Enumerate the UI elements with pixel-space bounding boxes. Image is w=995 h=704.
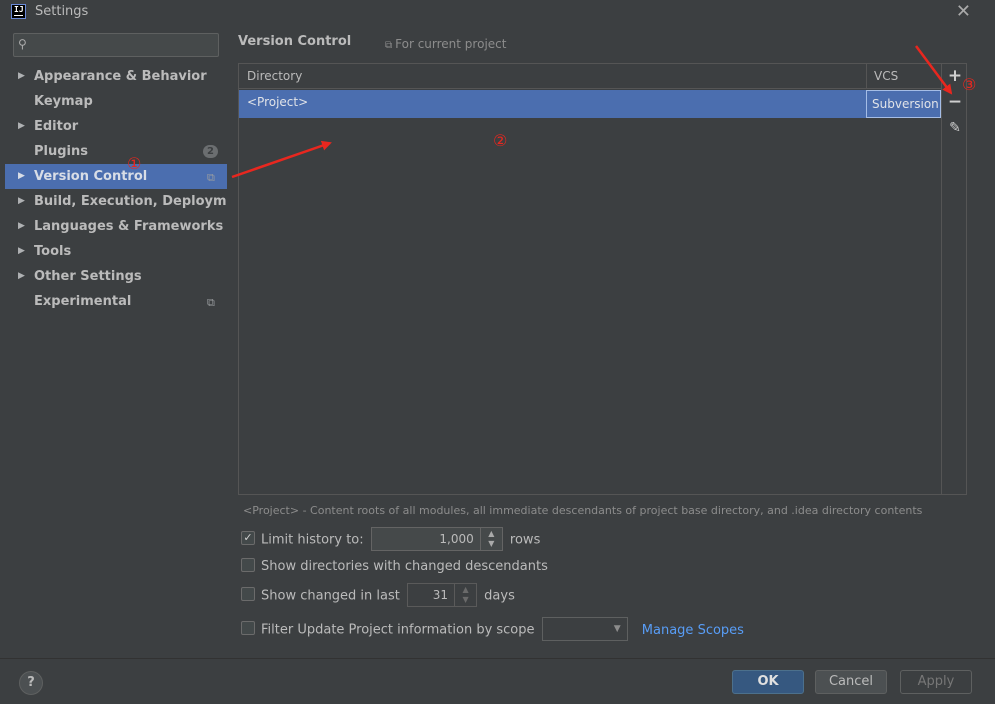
cancel-button[interactable]: Cancel — [815, 670, 887, 694]
chevron-down-icon: ▼ — [613, 624, 621, 634]
sidebar-item-experimental[interactable]: Experimental ⧉ — [5, 289, 227, 314]
sidebar-item-label: Editor — [34, 119, 79, 134]
close-icon[interactable]: ✕ — [956, 1, 971, 22]
show-dirs-row: Show directories with changed descendant… — [241, 556, 548, 578]
project-scope-icon: ⧉ — [207, 296, 215, 309]
sidebar-item-label: Build, Execution, Deployment — [34, 194, 251, 209]
apply-button[interactable]: Apply — [900, 670, 972, 694]
column-header-directory[interactable]: Directory — [247, 64, 302, 89]
filter-update-checkbox[interactable] — [241, 621, 255, 635]
show-changed-value: 31 — [432, 588, 449, 602]
limit-history-row: ✓ Limit history to: 1,000 ▲ ▼ rows — [241, 527, 541, 551]
chevron-right-icon: ▶ — [18, 271, 25, 281]
sidebar-item-label: Tools — [34, 244, 72, 259]
annotation-marker-1: ① — [127, 154, 142, 173]
chevron-right-icon: ▶ — [18, 196, 25, 206]
show-changed-label: Show changed in last — [261, 588, 400, 604]
chevron-right-icon: ▶ — [18, 171, 25, 181]
sidebar-item-label: Other Settings — [34, 269, 142, 284]
sidebar-item-label: Experimental — [34, 294, 132, 309]
ok-button[interactable]: OK — [732, 670, 804, 694]
limit-history-checkbox[interactable]: ✓ — [241, 531, 255, 545]
sidebar-item-other-settings[interactable]: ▶ Other Settings — [5, 264, 227, 289]
limit-history-stepper[interactable]: 1,000 ▲ ▼ — [370, 527, 503, 551]
page-title: Version Control — [238, 34, 352, 49]
directory-cell: <Project> — [247, 95, 309, 109]
chevron-right-icon: ▶ — [18, 71, 25, 81]
remove-icon[interactable]: − — [946, 92, 964, 112]
sidebar-item-build-execution-deployment[interactable]: ▶ Build, Execution, Deployment — [5, 189, 251, 214]
column-header-vcs[interactable]: VCS — [866, 64, 941, 89]
show-changed-suffix: days — [484, 588, 515, 604]
show-dirs-checkbox[interactable] — [241, 557, 255, 572]
help-button[interactable]: ? — [19, 671, 43, 695]
search-icon: ⚲ — [18, 37, 27, 51]
sidebar-item-label: Languages & Frameworks — [34, 219, 224, 234]
limit-history-suffix: rows — [509, 532, 541, 548]
limit-history-value: 1,000 — [439, 532, 474, 546]
sidebar-item-editor[interactable]: ▶ Editor — [5, 114, 227, 139]
version-control-panel: Version Control ⧉ For current project Dir… — [227, 25, 995, 658]
project-scope-icon: ⧉ — [385, 40, 393, 51]
footer-divider — [0, 658, 995, 659]
annotation-marker-3: ③ — [962, 75, 977, 94]
filter-update-label: Filter Update Project information by sco… — [261, 622, 535, 638]
chevron-right-icon: ▶ — [18, 221, 25, 231]
vcs-mappings-table: Directory VCS <Project> Subversion + − ✎ — [238, 63, 967, 495]
settings-sidebar: ⚲ ▶ Appearance & Behavior Keymap ▶ Edito… — [5, 25, 251, 658]
sidebar-item-label: Keymap — [34, 94, 93, 109]
sidebar-item-label: Plugins — [34, 144, 88, 159]
manage-scopes-link[interactable]: Manage Scopes — [642, 623, 744, 638]
show-changed-stepper[interactable]: 31 ▲ ▼ — [407, 583, 478, 607]
show-dirs-label: Show directories with changed descendant… — [261, 559, 548, 574]
table-row[interactable]: <Project> Subversion — [239, 90, 941, 118]
sidebar-item-tools[interactable]: ▶ Tools — [5, 239, 227, 264]
sidebar-item-plugins[interactable]: Plugins 2 — [5, 139, 227, 164]
intellij-logo-icon: IJ — [11, 4, 26, 19]
chevron-right-icon: ▶ — [18, 246, 25, 256]
annotation-marker-2: ② — [493, 131, 508, 150]
scope-dropdown[interactable]: ▼ — [541, 617, 628, 641]
edit-pencil-icon[interactable]: ✎ — [946, 118, 964, 138]
sidebar-item-languages-frameworks[interactable]: ▶ Languages & Frameworks — [5, 214, 227, 239]
sidebar-item-keymap[interactable]: Keymap — [5, 89, 227, 114]
project-scope-icon: ⧉ — [207, 171, 215, 184]
spinner-arrows-icon[interactable]: ▲ ▼ — [454, 584, 476, 606]
sidebar-item-appearance-behavior[interactable]: ▶ Appearance & Behavior — [5, 64, 227, 89]
show-changed-row: Show changed in last 31 ▲ ▼ days — [241, 583, 515, 607]
update-count-badge: 2 — [203, 145, 218, 158]
search-input[interactable] — [38, 36, 216, 54]
sidebar-item-version-control[interactable]: ▶ Version Control ⧉ — [5, 164, 227, 189]
search-field[interactable]: ⚲ — [13, 33, 219, 57]
table-toolbar: + − ✎ — [941, 64, 966, 494]
vcs-cell[interactable]: Subversion — [866, 90, 941, 118]
table-header: Directory VCS — [239, 64, 941, 89]
for-current-project-note: ⧉ For current project — [385, 37, 507, 51]
limit-history-label: Limit history to: — [261, 532, 364, 548]
project-description: <Project> - Content roots of all modules… — [243, 504, 923, 517]
sidebar-item-label: Appearance & Behavior — [34, 69, 207, 84]
spinner-arrows-icon[interactable]: ▲ ▼ — [479, 528, 502, 550]
title-bar: IJ Settings ✕ — [0, 0, 995, 25]
show-changed-checkbox[interactable] — [241, 587, 255, 601]
window-title: Settings — [35, 4, 89, 19]
chevron-right-icon: ▶ — [18, 121, 25, 131]
filter-update-row: Filter Update Project information by sco… — [241, 617, 744, 641]
